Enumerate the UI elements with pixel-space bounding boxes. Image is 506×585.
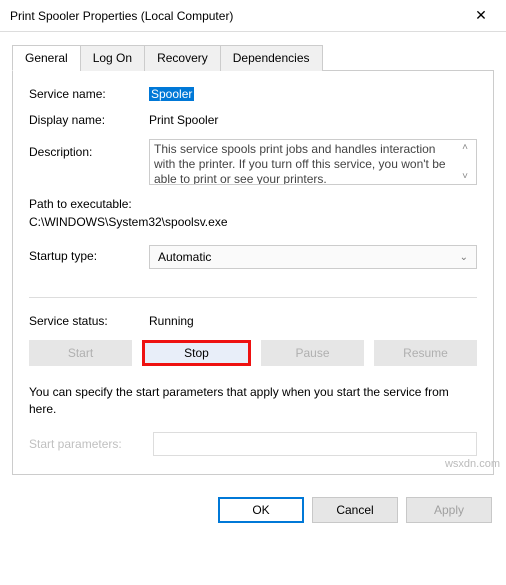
tab-recovery[interactable]: Recovery <box>144 45 221 71</box>
path-value: C:\WINDOWS\System32\spoolsv.exe <box>29 215 477 229</box>
service-status-value: Running <box>149 314 194 328</box>
start-params-input <box>153 432 477 456</box>
display-name-value: Print Spooler <box>149 113 218 127</box>
cancel-button[interactable]: Cancel <box>312 497 398 523</box>
watermark: wsxdn.com <box>445 458 500 470</box>
tab-panel-general: Service name: Spooler Display name: Prin… <box>12 71 494 475</box>
path-label: Path to executable: <box>29 197 477 211</box>
description-scrollbar[interactable]: ˄ ˅ <box>458 142 472 182</box>
titlebar: Print Spooler Properties (Local Computer… <box>0 0 506 32</box>
startup-type-value: Automatic <box>158 250 211 264</box>
chevron-down-icon[interactable]: ˅ <box>458 171 472 182</box>
resume-button: Resume <box>374 340 477 366</box>
tab-logon[interactable]: Log On <box>80 45 145 71</box>
apply-button: Apply <box>406 497 492 523</box>
description-label: Description: <box>29 139 149 159</box>
startup-type-label: Startup type: <box>29 245 149 263</box>
chevron-down-icon: ⌄ <box>460 252 468 263</box>
tab-strip: General Log On Recovery Dependencies <box>12 44 494 71</box>
tab-general[interactable]: General <box>12 45 81 71</box>
service-name-value: Spooler <box>149 87 194 101</box>
service-status-label: Service status: <box>29 314 149 328</box>
stop-button[interactable]: Stop <box>142 340 251 366</box>
start-params-hint: You can specify the start parameters tha… <box>29 384 477 418</box>
display-name-label: Display name: <box>29 113 149 127</box>
startup-type-dropdown[interactable]: Automatic ⌄ <box>149 245 477 269</box>
close-icon[interactable]: ✕ <box>466 3 496 28</box>
chevron-up-icon[interactable]: ˄ <box>458 142 472 153</box>
ok-button[interactable]: OK <box>218 497 304 523</box>
description-box[interactable]: This service spools print jobs and handl… <box>149 139 477 185</box>
start-params-label: Start parameters: <box>29 437 145 451</box>
pause-button: Pause <box>261 340 364 366</box>
start-button: Start <box>29 340 132 366</box>
tab-dependencies[interactable]: Dependencies <box>220 45 323 71</box>
dialog-button-row: OK Cancel Apply <box>0 487 506 533</box>
divider <box>29 297 477 298</box>
service-name-label: Service name: <box>29 87 149 101</box>
description-text: This service spools print jobs and handl… <box>154 142 458 182</box>
window-title: Print Spooler Properties (Local Computer… <box>10 9 233 23</box>
